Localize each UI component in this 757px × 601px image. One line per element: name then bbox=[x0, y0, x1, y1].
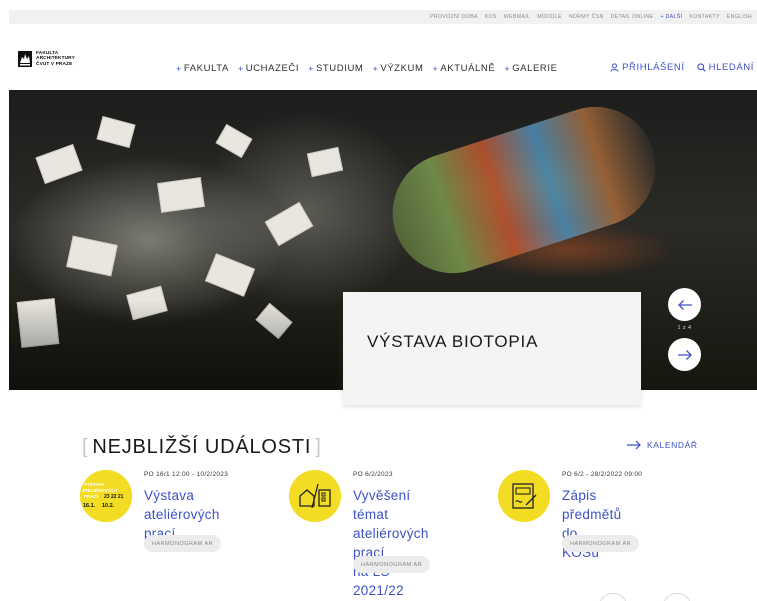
util-link-detail-online[interactable]: DETAIL ONLINE bbox=[611, 14, 654, 20]
nav-label: GALERIE bbox=[512, 63, 558, 74]
util-link-more[interactable]: + DALŠÍ bbox=[660, 14, 682, 20]
utility-nav: PROVOZNÍ DOBA KOS WEBMAIL MOODLE NORMY Č… bbox=[9, 10, 757, 24]
hero-caption-title[interactable]: VÝSTAVA BIOTOPIA bbox=[367, 332, 538, 352]
nav-label: UCHAZEČI bbox=[245, 63, 300, 74]
plus-icon: + bbox=[432, 63, 439, 74]
event-date: PO 16/1 12:00 - 10/2/2023 bbox=[144, 471, 229, 478]
nav-item-fakulta[interactable]: + FAKULTA bbox=[176, 63, 229, 74]
hero-paper bbox=[204, 253, 256, 297]
nav-label: STUDIUM bbox=[315, 63, 364, 74]
hero-caption-box[interactable]: VÝSTAVA BIOTOPIA bbox=[343, 292, 641, 405]
nav-item-uchazeci[interactable]: + UCHAZEČI bbox=[238, 63, 299, 74]
poster-line: 16.1. bbox=[83, 503, 96, 509]
logo-text: FAKULTA ARCHITEKTURY ČVUT V PRAZE bbox=[36, 51, 75, 67]
form-sign-icon bbox=[498, 470, 550, 522]
hero-tube-art bbox=[377, 91, 671, 289]
heading-bracket-close: ] bbox=[315, 436, 322, 458]
event-title-line[interactable]: Vyvěšení témat bbox=[353, 486, 429, 524]
search-label: HLEDÁNÍ bbox=[708, 62, 754, 73]
exhibition-poster-icon: VÝSTAVA ATELIÉROVÝCH PRACÍ 23 22 21 16.1… bbox=[80, 470, 132, 522]
calendar-link-label: KALENDÁŘ bbox=[647, 440, 698, 450]
hero-paper bbox=[157, 177, 205, 213]
nav-label: FAKULTA bbox=[183, 63, 229, 74]
event-title-line[interactable]: Výstava ateliérových bbox=[144, 486, 220, 524]
lion-emblem-icon bbox=[18, 51, 32, 67]
nav-item-studium[interactable]: + STUDIUM bbox=[308, 63, 363, 74]
search-icon bbox=[696, 63, 706, 72]
nav-label: VÝZKUM bbox=[380, 63, 424, 74]
arrow-right-icon bbox=[677, 349, 692, 360]
slider-next-button[interactable] bbox=[668, 338, 701, 371]
event-tag[interactable]: HARMONOGRAM AR bbox=[562, 535, 640, 552]
nav-item-galerie[interactable]: + GALERIE bbox=[504, 63, 557, 74]
poster-line: 23 22 21 bbox=[104, 494, 124, 500]
hero-paper bbox=[264, 201, 314, 247]
plus-icon: + bbox=[237, 63, 244, 74]
event-tag[interactable]: HARMONOGRAM AR bbox=[353, 556, 431, 573]
poster-line: VÝSTAVA bbox=[84, 482, 105, 487]
events-next-button[interactable] bbox=[662, 593, 692, 601]
logo-line-3: ČVUT V PRAZE bbox=[36, 61, 73, 67]
event-date: PO 6/2/2023 bbox=[353, 471, 393, 478]
hero-shadow bbox=[9, 300, 339, 390]
events-prev-button[interactable] bbox=[598, 593, 628, 601]
hero-paper bbox=[35, 144, 83, 184]
hero-paper bbox=[215, 123, 253, 159]
event-title[interactable]: Vyvěšení témat ateliérových prací na LS … bbox=[353, 486, 429, 600]
search-link[interactable]: HLEDÁNÍ bbox=[696, 62, 754, 73]
slider-prev-button[interactable] bbox=[668, 288, 701, 321]
util-link-moodle[interactable]: MOODLE bbox=[537, 14, 562, 20]
house-building-icon bbox=[289, 470, 341, 522]
arrow-right-icon bbox=[627, 440, 641, 450]
poster-line: PRACÍ bbox=[84, 494, 99, 499]
events-heading-text: NEJBLIŽŠÍ UDÁLOSTI bbox=[92, 436, 312, 458]
hero-paper bbox=[66, 235, 118, 277]
events-heading: [ NEJBLIŽŠÍ UDÁLOSTI ] bbox=[82, 436, 322, 459]
nav-label: AKTUÁLNĚ bbox=[440, 63, 496, 74]
user-icon bbox=[610, 63, 619, 72]
slider-counter: 1 z 4 bbox=[677, 325, 692, 331]
util-link-normy-csn[interactable]: NORMY ČSN bbox=[569, 14, 604, 20]
util-link-kos[interactable]: KOS bbox=[485, 14, 497, 20]
login-label: PŘIHLÁŠENÍ bbox=[622, 62, 685, 73]
nav-item-aktualne[interactable]: + AKTUÁLNĚ bbox=[433, 63, 496, 74]
plus-icon: + bbox=[504, 63, 511, 74]
faculty-logo[interactable]: FAKULTA ARCHITEKTURY ČVUT V PRAZE bbox=[18, 51, 75, 67]
event-tag[interactable]: HARMONOGRAM AR bbox=[144, 535, 222, 552]
arrow-left-icon bbox=[677, 299, 692, 310]
util-link-kontakty[interactable]: KONTAKTY bbox=[689, 14, 719, 20]
event-date: PO 6/2 - 28/2/2022 09:00 bbox=[562, 471, 643, 478]
nav-item-vyzkum[interactable]: + VÝZKUM bbox=[372, 63, 423, 74]
main-nav: + FAKULTA + UCHAZEČI + STUDIUM + VÝZKUM + AKT… bbox=[176, 63, 558, 74]
plus-icon: + bbox=[372, 63, 379, 74]
poster-line: 10.2. bbox=[102, 503, 115, 509]
poster-line: ATELIÉROVÝCH bbox=[82, 488, 117, 493]
plus-icon: + bbox=[176, 63, 182, 74]
calendar-link[interactable]: KALENDÁŘ bbox=[626, 440, 698, 450]
heading-bracket-open: [ bbox=[82, 436, 89, 458]
login-link[interactable]: PŘIHLÁŠENÍ bbox=[610, 62, 685, 73]
user-nav: PŘIHLÁŠENÍ HLEDÁNÍ bbox=[610, 62, 754, 73]
plus-icon: + bbox=[308, 63, 314, 74]
hero-paper bbox=[96, 116, 136, 148]
hero-paper bbox=[306, 146, 344, 178]
util-link-english[interactable]: ENGLISH bbox=[727, 14, 752, 20]
util-link-webmail[interactable]: WEBMAIL bbox=[504, 14, 530, 20]
util-link-provozni-doba[interactable]: PROVOZNÍ DOBA bbox=[430, 14, 478, 20]
